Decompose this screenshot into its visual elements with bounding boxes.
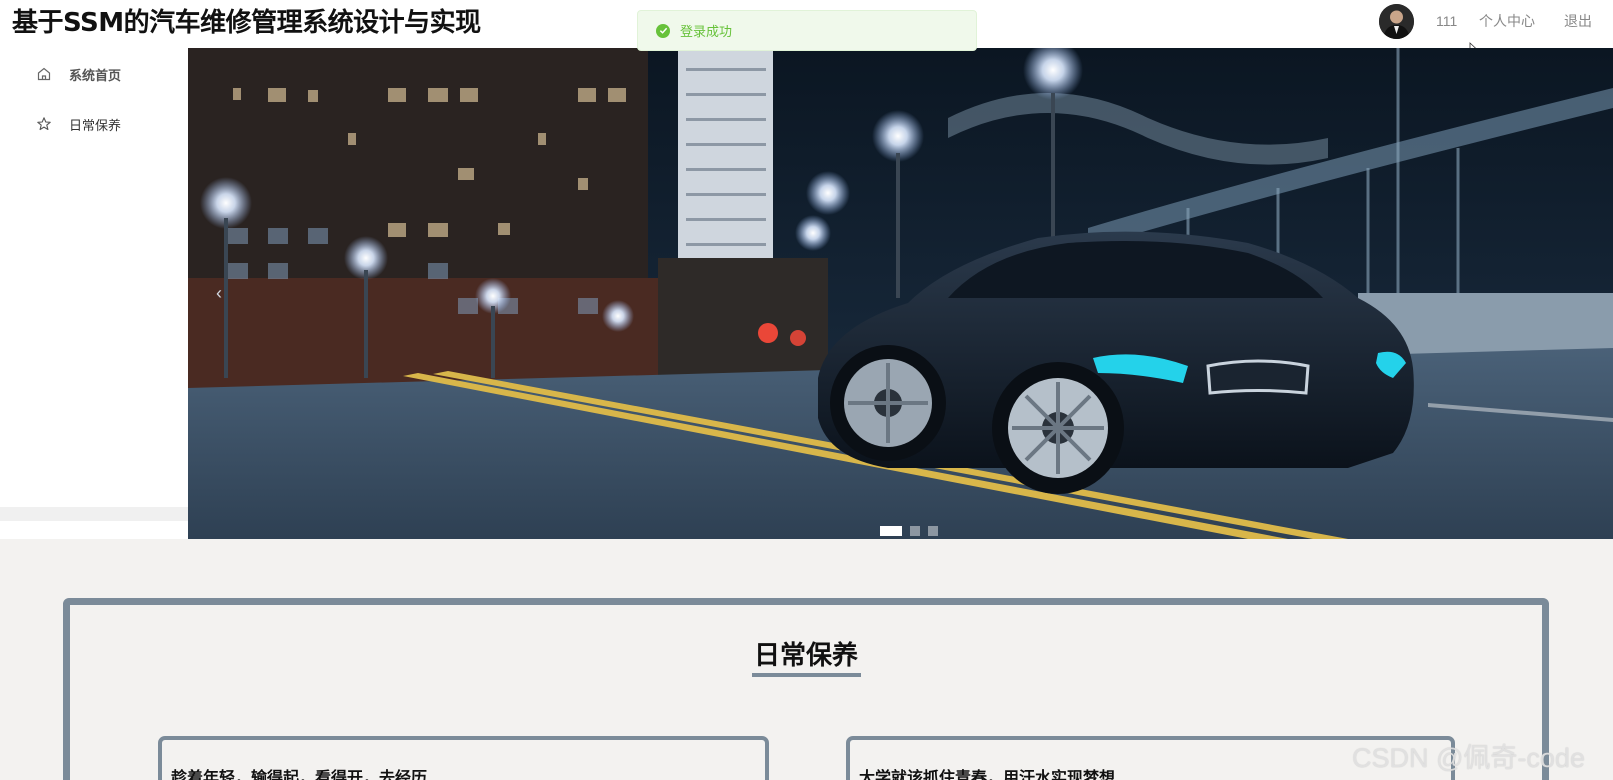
- daily-maintenance-section: 日常保养 趁着年轻，输得起，看得开，去经历 大学就该抓住青春，用汗水实现梦想: [63, 598, 1549, 780]
- sidebar-item-daily-maintenance[interactable]: 日常保养: [0, 104, 188, 144]
- personal-center-link[interactable]: 个人中心: [1479, 12, 1535, 30]
- carousel-indicators: [880, 526, 938, 536]
- banner-image: [188, 48, 1613, 539]
- watermark: CSDN @佩奇-code: [1352, 743, 1585, 773]
- carousel-dot-3[interactable]: [928, 526, 938, 536]
- sidebar-item-label: 系统首页: [69, 67, 122, 83]
- star-icon: [36, 116, 52, 132]
- sidebar: 系统首页 日常保养: [0, 48, 188, 539]
- carousel-dot-1[interactable]: [880, 526, 902, 536]
- check-circle-icon: [656, 23, 670, 38]
- news-card[interactable]: 趁着年轻，输得起，看得开，去经历: [158, 736, 769, 780]
- carousel-prev-button[interactable]: ‹: [209, 278, 229, 308]
- section-title-underline: [752, 673, 861, 677]
- home-icon: [36, 66, 52, 82]
- sidebar-item-label: 日常保养: [69, 117, 122, 133]
- banner-carousel[interactable]: ‹: [188, 48, 1613, 539]
- card-title[interactable]: 大学就该抓住青春，用汗水实现梦想: [859, 764, 1115, 780]
- user-name[interactable]: 111: [1436, 12, 1457, 30]
- logout-link[interactable]: 退出: [1564, 12, 1592, 30]
- avatar[interactable]: [1379, 4, 1414, 39]
- sidebar-item-home[interactable]: 系统首页: [0, 54, 188, 94]
- sidebar-divider: [0, 507, 188, 521]
- avatar-icon: [1379, 4, 1414, 39]
- carousel-dot-2[interactable]: [910, 526, 920, 536]
- app-title: 基于SSM的汽车维修管理系统设计与实现: [12, 8, 481, 38]
- section-title: 日常保养: [753, 641, 858, 671]
- toast-message: 登录成功: [680, 24, 733, 39]
- login-success-toast: 登录成功: [637, 10, 977, 51]
- card-title[interactable]: 趁着年轻，输得起，看得开，去经历: [171, 764, 427, 780]
